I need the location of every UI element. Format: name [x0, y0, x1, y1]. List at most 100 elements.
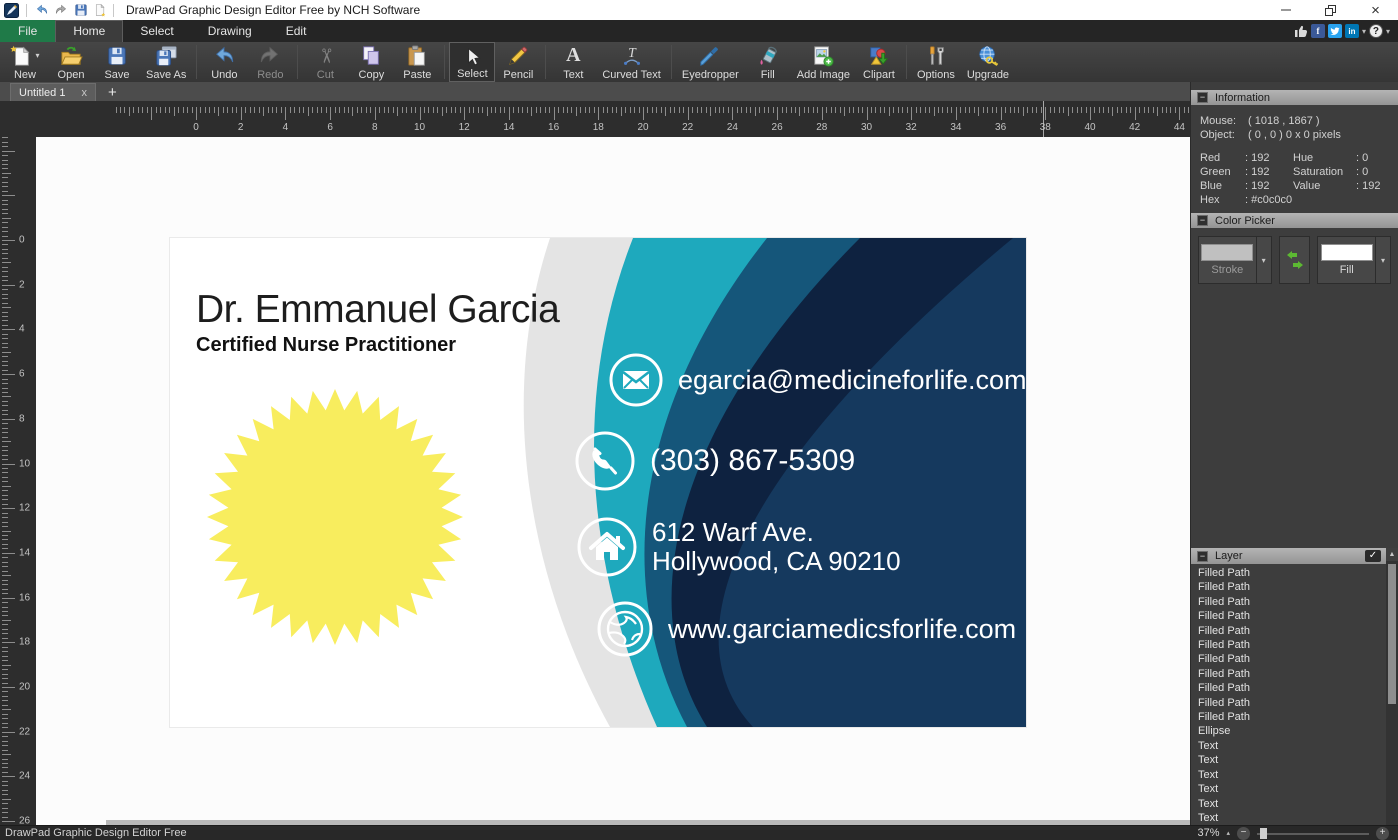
- fill-dropdown-icon[interactable]: ▾: [1375, 237, 1390, 283]
- layer-item[interactable]: Text: [1198, 782, 1386, 796]
- help-dropdown-icon[interactable]: ▾: [1386, 27, 1390, 36]
- layer-item[interactable]: Filled Path: [1198, 681, 1386, 695]
- layer-item[interactable]: Text: [1198, 811, 1386, 825]
- new-button[interactable]: ▾ New: [2, 42, 48, 82]
- facebook-icon[interactable]: f: [1311, 24, 1325, 38]
- new-dropdown-icon[interactable]: ▾: [35, 51, 39, 60]
- save-button[interactable]: Save: [94, 42, 140, 82]
- toolbar-divider: [671, 45, 672, 79]
- swap-stroke-fill-button[interactable]: [1279, 236, 1311, 284]
- scroll-up-icon[interactable]: ▲: [1386, 548, 1398, 561]
- layer-item[interactable]: Filled Path: [1198, 580, 1386, 594]
- cut-button[interactable]: ✂ Cut: [302, 42, 348, 82]
- close-button[interactable]: ×: [1353, 0, 1398, 20]
- zoom-level[interactable]: 37%: [1197, 827, 1219, 839]
- tab-close-icon[interactable]: x: [81, 87, 87, 99]
- business-card-artwork[interactable]: Dr. Emmanuel Garcia Certified Nurse Prac…: [170, 238, 1026, 727]
- collapse-layer-icon[interactable]: −: [1197, 551, 1208, 562]
- zoom-slider-thumb[interactable]: [1260, 828, 1267, 839]
- save-as-button[interactable]: Save As: [140, 42, 192, 82]
- eyedropper-button[interactable]: Eyedropper: [676, 42, 745, 82]
- upgrade-button[interactable]: Upgrade: [961, 42, 1015, 82]
- layer-item[interactable]: Filled Path: [1198, 638, 1386, 652]
- new-quick-icon[interactable]: [93, 3, 106, 17]
- redo-quick-icon[interactable]: [54, 3, 69, 17]
- layer-item[interactable]: Filled Path: [1198, 624, 1386, 638]
- layer-item[interactable]: Text: [1198, 797, 1386, 811]
- status-text: DrawPad Graphic Design Editor Free: [0, 827, 187, 839]
- color-info-row: Blue: 192Value: 192: [1200, 179, 1398, 193]
- copy-button[interactable]: Copy: [348, 42, 394, 82]
- toolbar-divider: [906, 45, 907, 79]
- stroke-swatch[interactable]: [1202, 245, 1253, 261]
- options-icon: [925, 44, 947, 67]
- layer-item[interactable]: Filled Path: [1198, 696, 1386, 710]
- help-icon[interactable]: ?: [1369, 24, 1383, 38]
- quick-access-toolbar: [0, 3, 116, 18]
- stroke-dropdown-icon[interactable]: ▾: [1256, 237, 1271, 283]
- layer-visibility-checkbox[interactable]: ✓: [1365, 550, 1381, 562]
- divider: [113, 4, 114, 17]
- paste-button[interactable]: Paste: [394, 42, 440, 82]
- new-tab-button[interactable]: +: [104, 84, 121, 101]
- card-website-row: www.garciamedicsforlife.com: [596, 600, 1016, 658]
- restore-button[interactable]: [1308, 0, 1353, 20]
- like-icon[interactable]: [1294, 24, 1308, 38]
- social-dropdown-icon[interactable]: ▾: [1362, 27, 1366, 36]
- menu-file[interactable]: File: [0, 20, 55, 42]
- menu-edit[interactable]: Edit: [269, 20, 324, 42]
- layer-item[interactable]: Filled Path: [1198, 667, 1386, 681]
- layer-item[interactable]: Filled Path: [1198, 609, 1386, 623]
- canvas-area[interactable]: Dr. Emmanuel Garcia Certified Nurse Prac…: [0, 101, 1190, 825]
- tab-untitled-1[interactable]: Untitled 1 x: [10, 83, 96, 101]
- layer-item[interactable]: Text: [1198, 768, 1386, 782]
- clipart-button[interactable]: Clipart: [856, 42, 902, 82]
- undo-button[interactable]: Undo: [201, 42, 247, 82]
- main-toolbar: ▾ New Open Save Save As Undo Redo ✂ Cut: [0, 42, 1398, 82]
- layer-scrollbar[interactable]: ▲: [1386, 548, 1398, 825]
- layer-item[interactable]: Text: [1198, 739, 1386, 753]
- add-image-button[interactable]: Add Image: [791, 42, 856, 82]
- zoom-in-button[interactable]: +: [1376, 827, 1389, 840]
- options-button[interactable]: Options: [911, 42, 961, 82]
- color-picker-body: Stroke ▾ Fill ▾: [1191, 228, 1398, 294]
- fill-icon: [756, 44, 780, 67]
- drawpad-window: DrawPad Graphic Design Editor Free by NC…: [0, 0, 1398, 840]
- linkedin-icon[interactable]: in: [1345, 24, 1359, 38]
- zoom-slider[interactable]: [1257, 827, 1369, 840]
- layer-item[interactable]: Ellipse: [1198, 724, 1386, 738]
- layer-item[interactable]: Filled Path: [1198, 595, 1386, 609]
- redo-button[interactable]: Redo: [247, 42, 293, 82]
- save-quick-icon[interactable]: [74, 3, 88, 17]
- layer-item[interactable]: Filled Path: [1198, 710, 1386, 724]
- scrollbar-thumb[interactable]: [1388, 564, 1396, 704]
- select-button[interactable]: Select: [449, 42, 495, 82]
- pencil-button[interactable]: Pencil: [495, 42, 541, 82]
- layer-item[interactable]: Filled Path: [1198, 652, 1386, 666]
- card-website-text: www.garciamedicsforlife.com: [668, 614, 1016, 645]
- window-title: DrawPad Graphic Design Editor Free by NC…: [126, 3, 420, 17]
- twitter-icon[interactable]: [1328, 24, 1342, 38]
- layer-item[interactable]: Filled Path: [1198, 566, 1386, 580]
- undo-quick-icon[interactable]: [34, 3, 49, 17]
- zoom-out-button[interactable]: −: [1237, 827, 1250, 840]
- fill-swatch[interactable]: [1321, 245, 1372, 261]
- collapse-information-icon[interactable]: −: [1197, 92, 1208, 103]
- curved-text-button[interactable]: T Curved Text: [596, 42, 667, 82]
- menu-drawing[interactable]: Drawing: [191, 20, 269, 42]
- layer-item[interactable]: Text: [1198, 753, 1386, 767]
- fill-button[interactable]: Fill: [745, 42, 791, 82]
- open-button[interactable]: Open: [48, 42, 94, 82]
- stroke-color-button[interactable]: Stroke ▾: [1198, 236, 1272, 284]
- app-logo-icon: [4, 3, 19, 18]
- collapse-color-picker-icon[interactable]: −: [1197, 215, 1208, 226]
- menu-home[interactable]: Home: [55, 20, 123, 42]
- fill-color-button[interactable]: Fill ▾: [1317, 236, 1391, 284]
- minimize-button[interactable]: [1263, 0, 1308, 20]
- document-page[interactable]: Dr. Emmanuel Garcia Certified Nurse Prac…: [36, 137, 1190, 825]
- menu-select[interactable]: Select: [123, 20, 190, 42]
- globe-icon: [596, 600, 654, 658]
- zoom-dropdown-icon[interactable]: ▴: [1226, 829, 1230, 837]
- text-button[interactable]: A Text: [550, 42, 596, 82]
- toolbar-divider: [444, 45, 445, 79]
